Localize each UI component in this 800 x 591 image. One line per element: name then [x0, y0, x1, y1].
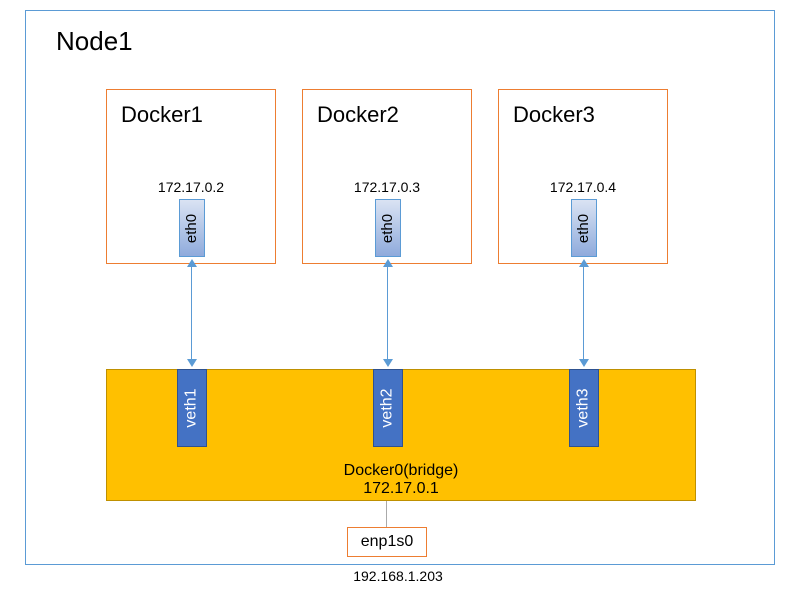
docker-title-3: Docker3 [513, 102, 595, 128]
veth-label-2: veth2 [379, 388, 397, 427]
connector-bridge-nic [386, 501, 387, 527]
arrow-up-2 [383, 259, 393, 267]
eth-label-1: eth0 [184, 213, 201, 242]
arrow-line-3 [583, 267, 584, 359]
docker-title-1: Docker1 [121, 102, 203, 128]
node-container: Node1 Docker1 172.17.0.2 eth0 Docker2 17… [25, 10, 775, 565]
veth-interface-1: veth1 [177, 369, 207, 447]
arrow-line-2 [387, 267, 388, 359]
docker-ip-3: 172.17.0.4 [543, 179, 623, 195]
eth-label-2: eth0 [380, 213, 397, 242]
arrow-line-1 [191, 267, 192, 359]
eth-label-3: eth0 [576, 213, 593, 242]
eth-interface-3: eth0 [571, 199, 597, 257]
eth-interface-1: eth0 [179, 199, 205, 257]
veth-interface-2: veth2 [373, 369, 403, 447]
bridge-ip: 172.17.0.1 [107, 480, 695, 498]
veth-label-1: veth1 [183, 388, 201, 427]
arrow-up-3 [579, 259, 589, 267]
node-title: Node1 [56, 26, 133, 57]
nic-box: enp1s0 [347, 527, 427, 557]
eth-interface-2: eth0 [375, 199, 401, 257]
arrow-down-3 [579, 359, 589, 367]
nic-name: enp1s0 [361, 533, 414, 551]
docker-ip-2: 172.17.0.3 [347, 179, 427, 195]
docker-title-2: Docker2 [317, 102, 399, 128]
arrow-up-1 [187, 259, 197, 267]
nic-ip: 192.168.1.203 [338, 568, 458, 584]
docker-ip-1: 172.17.0.2 [151, 179, 231, 195]
veth-interface-3: veth3 [569, 369, 599, 447]
arrow-down-1 [187, 359, 197, 367]
arrow-down-2 [383, 359, 393, 367]
veth-label-3: veth3 [575, 388, 593, 427]
bridge-title: Docker0(bridge) [107, 462, 695, 480]
